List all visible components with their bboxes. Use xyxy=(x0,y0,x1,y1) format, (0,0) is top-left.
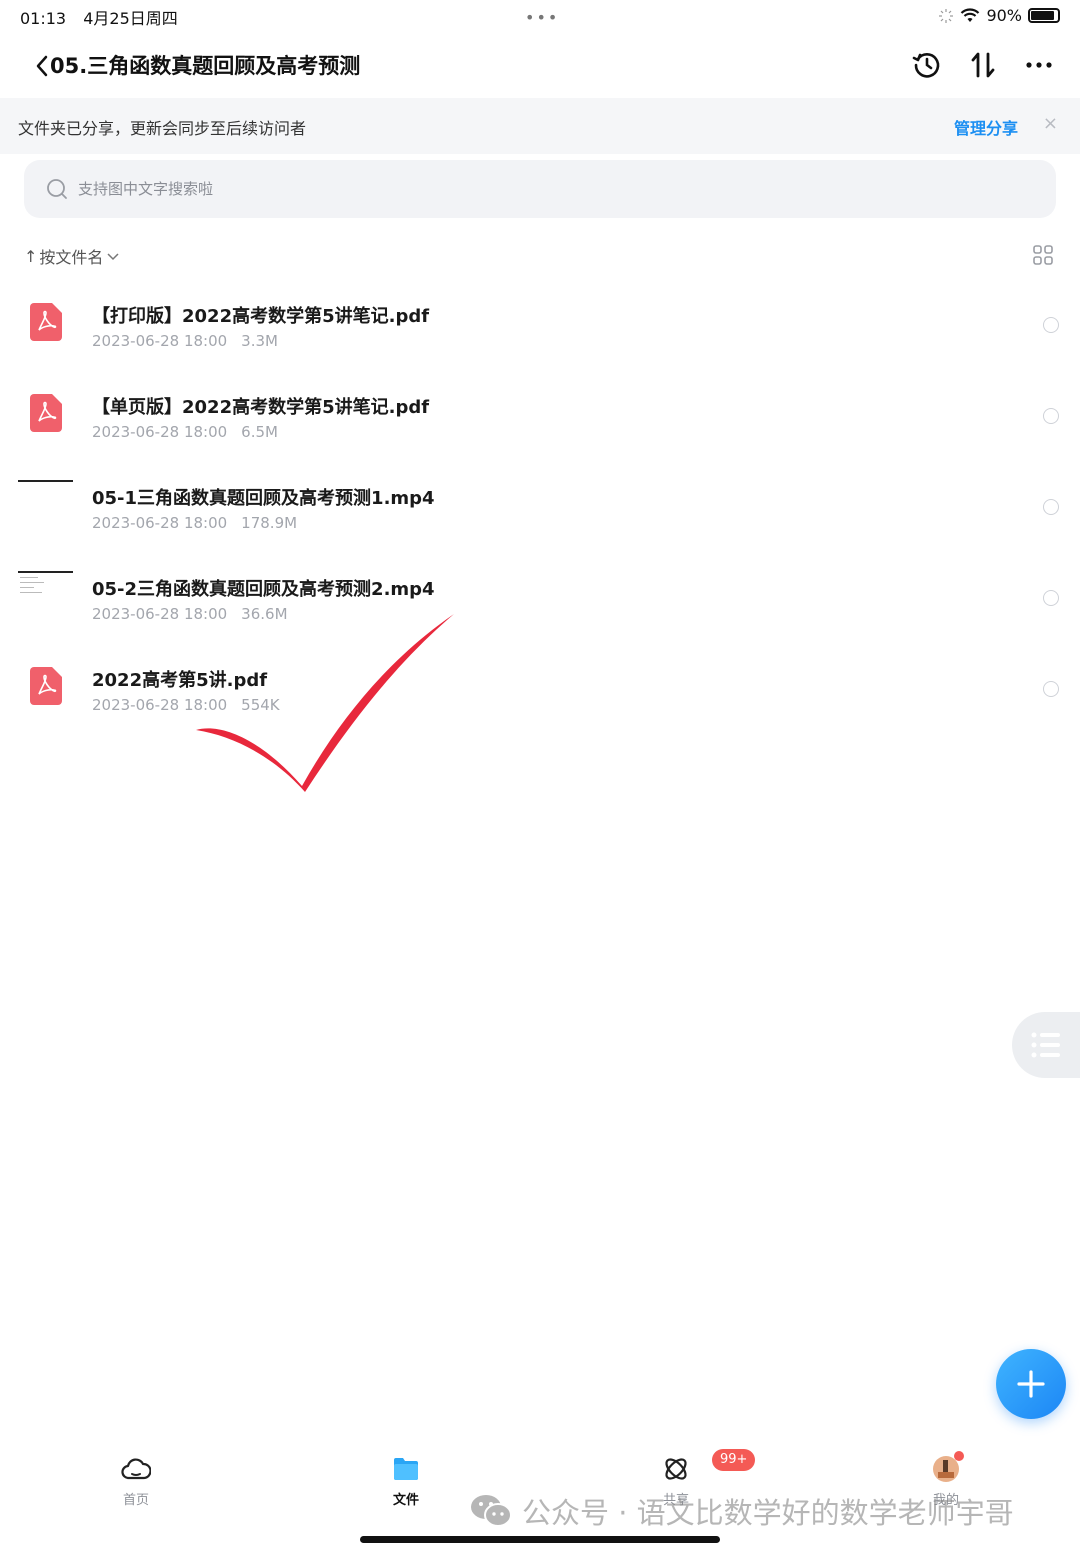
status-right: 90% xyxy=(938,6,1060,25)
notification-dot xyxy=(954,1451,964,1461)
file-select-radio[interactable] xyxy=(1043,590,1059,606)
red-check-mark xyxy=(196,614,454,792)
file-row[interactable]: 05-2三角函数真题回顾及高考预测2.mp4 2023-06-28 18:00 3… xyxy=(0,549,1080,640)
add-button[interactable] xyxy=(996,1349,1066,1419)
transfer-arrows-icon xyxy=(971,52,995,78)
side-list-toggle[interactable] xyxy=(1012,1012,1080,1078)
banner-close-icon[interactable]: × xyxy=(1043,113,1058,134)
manage-share-link[interactable]: 管理分享 xyxy=(954,115,1018,139)
list-icon xyxy=(1031,1032,1060,1058)
sort-dropdown[interactable]: ↑ 按文件名 xyxy=(24,244,121,268)
file-select-radio[interactable] xyxy=(1043,408,1059,424)
file-meta: 2023-06-28 18:00 6.5M xyxy=(92,423,278,441)
history-button[interactable] xyxy=(910,48,944,82)
tab-home[interactable]: 首页 xyxy=(86,1446,186,1510)
status-left: 01:13 4月25日周四 xyxy=(20,5,190,29)
file-row[interactable]: 【打印版】2022高考数学第5讲笔记.pdf 2023-06-28 18:00 3… xyxy=(0,276,1080,367)
cloud-icon xyxy=(121,1458,151,1480)
file-name: 【单页版】2022高考数学第5讲笔记.pdf xyxy=(92,397,430,418)
nav-actions xyxy=(910,48,1056,82)
wifi-icon xyxy=(961,7,980,22)
notification-badge: 99+ xyxy=(712,1449,756,1471)
file-size: 6.5M xyxy=(241,423,278,441)
search-input[interactable] xyxy=(78,160,978,218)
more-button[interactable] xyxy=(1022,48,1056,82)
battery-icon xyxy=(1028,8,1060,23)
file-size: 3.3M xyxy=(241,332,278,350)
transfer-button[interactable] xyxy=(966,48,1000,82)
plus-icon xyxy=(1017,1370,1045,1398)
status-time: 01:13 xyxy=(20,9,67,28)
tab-label: 首页 xyxy=(122,1493,149,1508)
file-select-radio[interactable] xyxy=(1043,681,1059,697)
file-select-radio[interactable] xyxy=(1043,317,1059,333)
share-icon xyxy=(665,1458,687,1480)
home-indicator[interactable] xyxy=(360,1536,720,1543)
file-row[interactable]: 05-1三角函数真题回顾及高考预测1.mp4 2023-06-28 18:00 1… xyxy=(0,458,1080,549)
wechat-icon xyxy=(471,1495,512,1527)
more-icon xyxy=(1026,62,1052,68)
sort-row: ↑ 按文件名 xyxy=(24,242,1056,268)
brightness-icon xyxy=(939,8,954,23)
wechat-watermark: 公众号 · 语文比数学好的数学老师宇哥 xyxy=(470,1490,1014,1532)
nav-bar: 05.三角函数真题回顾及高考预测 xyxy=(0,40,1080,92)
folder-icon xyxy=(394,1458,418,1480)
file-select-radio[interactable] xyxy=(1043,499,1059,515)
file-name: 05-2三角函数真题回顾及高考预测2.mp4 xyxy=(92,579,435,600)
history-icon xyxy=(912,53,940,78)
battery-percent: 90% xyxy=(986,6,1022,25)
chevron-down-icon xyxy=(107,253,119,261)
tab-label: 文件 xyxy=(392,1493,419,1508)
page-title: 05.三角函数真题回顾及高考预测 xyxy=(50,54,361,78)
file-meta: 2023-06-28 18:00 178.9M xyxy=(92,514,297,532)
file-date: 2023-06-28 18:00 xyxy=(92,332,228,350)
search-icon xyxy=(47,179,67,199)
file-date: 2023-06-28 18:00 xyxy=(92,423,228,441)
pdf-file-icon xyxy=(30,303,62,341)
tab-files[interactable]: 文件 xyxy=(356,1446,456,1510)
watermark-text: 公众号 · 语文比数学好的数学老师宇哥 xyxy=(522,1496,1014,1530)
battery-level xyxy=(1031,11,1055,20)
file-row[interactable]: 2022高考第5讲.pdf 2023-06-28 18:00 554K xyxy=(0,640,1080,731)
file-size: 178.9M xyxy=(241,514,298,532)
pdf-file-icon xyxy=(30,394,62,432)
file-date: 2023-06-28 18:00 xyxy=(92,514,228,532)
file-name: 【打印版】2022高考数学第5讲笔记.pdf xyxy=(92,306,430,327)
file-meta: 2023-06-28 18:00 3.3M xyxy=(92,332,278,350)
app-root: 01:13 4月25日周四 ••• 90% 05.三角函数真题回顾及高考预测 文… xyxy=(0,0,1080,1554)
grid-view-icon[interactable] xyxy=(1032,244,1054,266)
status-date: 4月25日周四 xyxy=(83,9,178,28)
search-bar[interactable] xyxy=(24,160,1056,218)
pdf-file-icon xyxy=(30,667,62,705)
status-bar: 01:13 4月25日周四 ••• 90% xyxy=(0,0,1080,32)
file-row[interactable]: 【单页版】2022高考数学第5讲笔记.pdf 2023-06-28 18:00 6… xyxy=(0,367,1080,458)
video-thumbnail xyxy=(18,480,73,512)
file-list: 【打印版】2022高考数学第5讲笔记.pdf 2023-06-28 18:00 3… xyxy=(0,276,1080,731)
file-name: 05-1三角函数真题回顾及高考预测1.mp4 xyxy=(92,488,435,509)
multitask-dots-icon[interactable]: ••• xyxy=(525,8,559,27)
sort-label: 按文件名 xyxy=(39,248,104,267)
banner-text: 文件夹已分享，更新会同步至后续访问者 xyxy=(18,119,307,138)
sort-arrow-icon: ↑ xyxy=(24,246,38,266)
video-thumbnail xyxy=(18,571,73,603)
shared-folder-banner: 文件夹已分享，更新会同步至后续访问者 管理分享 × xyxy=(0,98,1080,154)
